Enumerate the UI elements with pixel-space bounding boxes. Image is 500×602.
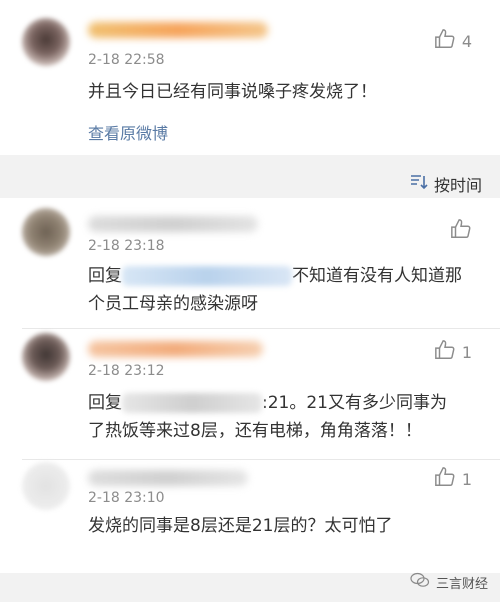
comment-text: 并且今日已经有同事说嗓子疼发烧了！ bbox=[88, 82, 377, 102]
avatar[interactable] bbox=[22, 18, 70, 66]
list-item: 2-18 23:12 1 回复 :21。21又有多少同事为 了热饭等来过8层，还有… bbox=[0, 329, 500, 459]
username[interactable] bbox=[88, 470, 248, 486]
list-item: 2-18 23:10 1 发烧的同事是8层还是21层的？太可怕了 bbox=[0, 460, 500, 573]
username[interactable] bbox=[88, 22, 268, 38]
like-button[interactable] bbox=[450, 218, 472, 244]
avatar[interactable] bbox=[22, 208, 70, 256]
comment-list: 2-18 23:18 回复 不知道有没有人知道那 个员工母亲的感染源呀 2-18 … bbox=[0, 198, 500, 573]
comment-time: 2-18 23:10 bbox=[88, 490, 165, 506]
wechat-icon bbox=[410, 572, 430, 592]
sort-icon bbox=[410, 174, 428, 194]
avatar[interactable] bbox=[22, 462, 70, 510]
comment-text: 回复 不知道有没有人知道那 个员工母亲的感染源呀 bbox=[88, 262, 483, 318]
comment-time: 2-18 23:12 bbox=[88, 363, 165, 379]
comment-text: 发烧的同事是8层还是21层的？太可怕了 bbox=[88, 516, 393, 536]
sort-by-time-button[interactable]: 按时间 bbox=[410, 172, 482, 196]
list-item: 2-18 23:18 回复 不知道有没有人知道那 个员工母亲的感染源呀 bbox=[0, 198, 500, 328]
like-button[interactable]: 1 bbox=[434, 339, 472, 365]
username[interactable] bbox=[88, 216, 258, 232]
thumbs-up-icon bbox=[434, 28, 456, 54]
comment-text-line2: 了热饭等来过8层，还有电梯，角角落落！！ bbox=[88, 421, 422, 441]
reply-target-username[interactable] bbox=[122, 266, 292, 286]
watermark-text: 三言财经 bbox=[435, 576, 488, 592]
like-count: 1 bbox=[461, 469, 472, 489]
username[interactable] bbox=[88, 341, 263, 357]
like-button[interactable]: 4 bbox=[434, 28, 472, 54]
sort-bar: 按时间 bbox=[0, 160, 500, 200]
reply-prefix: 回复 bbox=[88, 393, 122, 413]
view-original-weibo-link[interactable]: 查看原微博 bbox=[88, 120, 168, 144]
like-button[interactable]: 1 bbox=[434, 466, 472, 492]
reply-target-username[interactable] bbox=[122, 393, 262, 413]
comment-text-line1: 不知道有没有人知道那 bbox=[292, 266, 462, 286]
top-comment-card: 2-18 22:58 4 并且今日已经有同事说嗓子疼发烧了！ 查看原微博 bbox=[0, 0, 500, 155]
comment-text: 回复 :21。21又有多少同事为 了热饭等来过8层，还有电梯，角角落落！！ bbox=[88, 389, 483, 445]
comment-text-line2: 个员工母亲的感染源呀 bbox=[88, 294, 258, 314]
thumbs-up-icon bbox=[450, 218, 472, 244]
like-count: 4 bbox=[461, 31, 472, 51]
avatar[interactable] bbox=[22, 333, 70, 381]
comment-time: 2-18 23:18 bbox=[88, 238, 165, 254]
reply-prefix: 回复 bbox=[88, 266, 122, 286]
comment-time: 2-18 22:58 bbox=[88, 52, 165, 68]
thumbs-up-icon bbox=[434, 339, 456, 365]
watermark: 三言财经 bbox=[410, 572, 488, 592]
comment-text-line1: :21。21又有多少同事为 bbox=[262, 393, 447, 413]
like-count: 1 bbox=[461, 342, 472, 362]
thumbs-up-icon bbox=[434, 466, 456, 492]
sort-label: 按时间 bbox=[433, 176, 482, 195]
